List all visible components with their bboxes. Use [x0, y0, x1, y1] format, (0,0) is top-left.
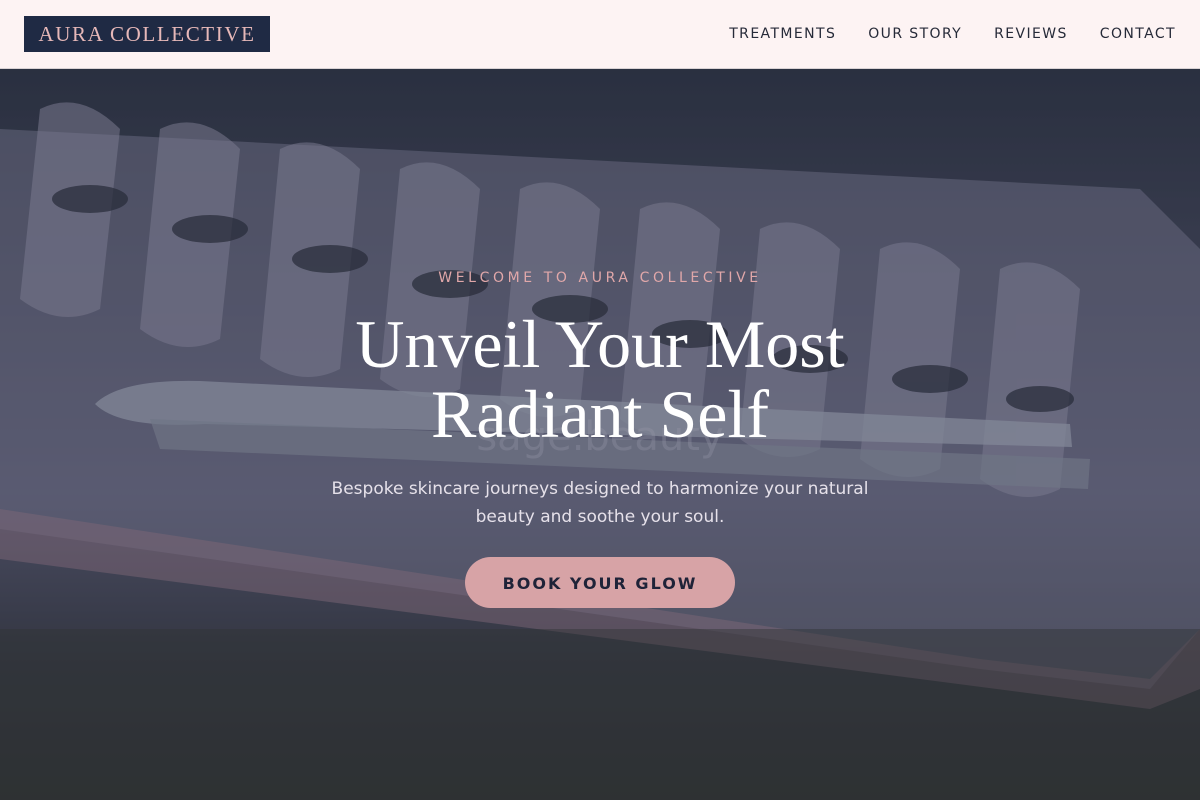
brand-logo[interactable]: AURA COLLECTIVE [24, 16, 270, 52]
nav-link-reviews[interactable]: REVIEWS [994, 26, 1068, 42]
headline-line-1: Unveil Your Most [355, 306, 845, 382]
headline-line-2: Radiant Self [430, 376, 770, 452]
hero-headline: Unveil Your Most Radiant Self [300, 309, 900, 449]
top-navbar: AURA COLLECTIVE TREATMENTS OUR STORY REV… [0, 0, 1200, 69]
main-nav: TREATMENTS OUR STORY REVIEWS CONTACT [729, 0, 1176, 68]
nav-link-contact[interactable]: CONTACT [1100, 26, 1176, 42]
nav-link-treatments[interactable]: TREATMENTS [729, 26, 836, 42]
hero-subtitle: Bespoke skincare journeys designed to ha… [331, 479, 869, 527]
hero-content: WELCOME TO AURA COLLECTIVE Unveil Your M… [300, 269, 900, 608]
hero-eyebrow: WELCOME TO AURA COLLECTIVE [438, 270, 762, 286]
hero-section: sage.beauty WELCOME TO AURA COLLECTIVE U… [0, 69, 1200, 800]
nav-link-our-story[interactable]: OUR STORY [868, 26, 962, 42]
book-your-glow-button[interactable]: BOOK YOUR GLOW [465, 557, 735, 608]
